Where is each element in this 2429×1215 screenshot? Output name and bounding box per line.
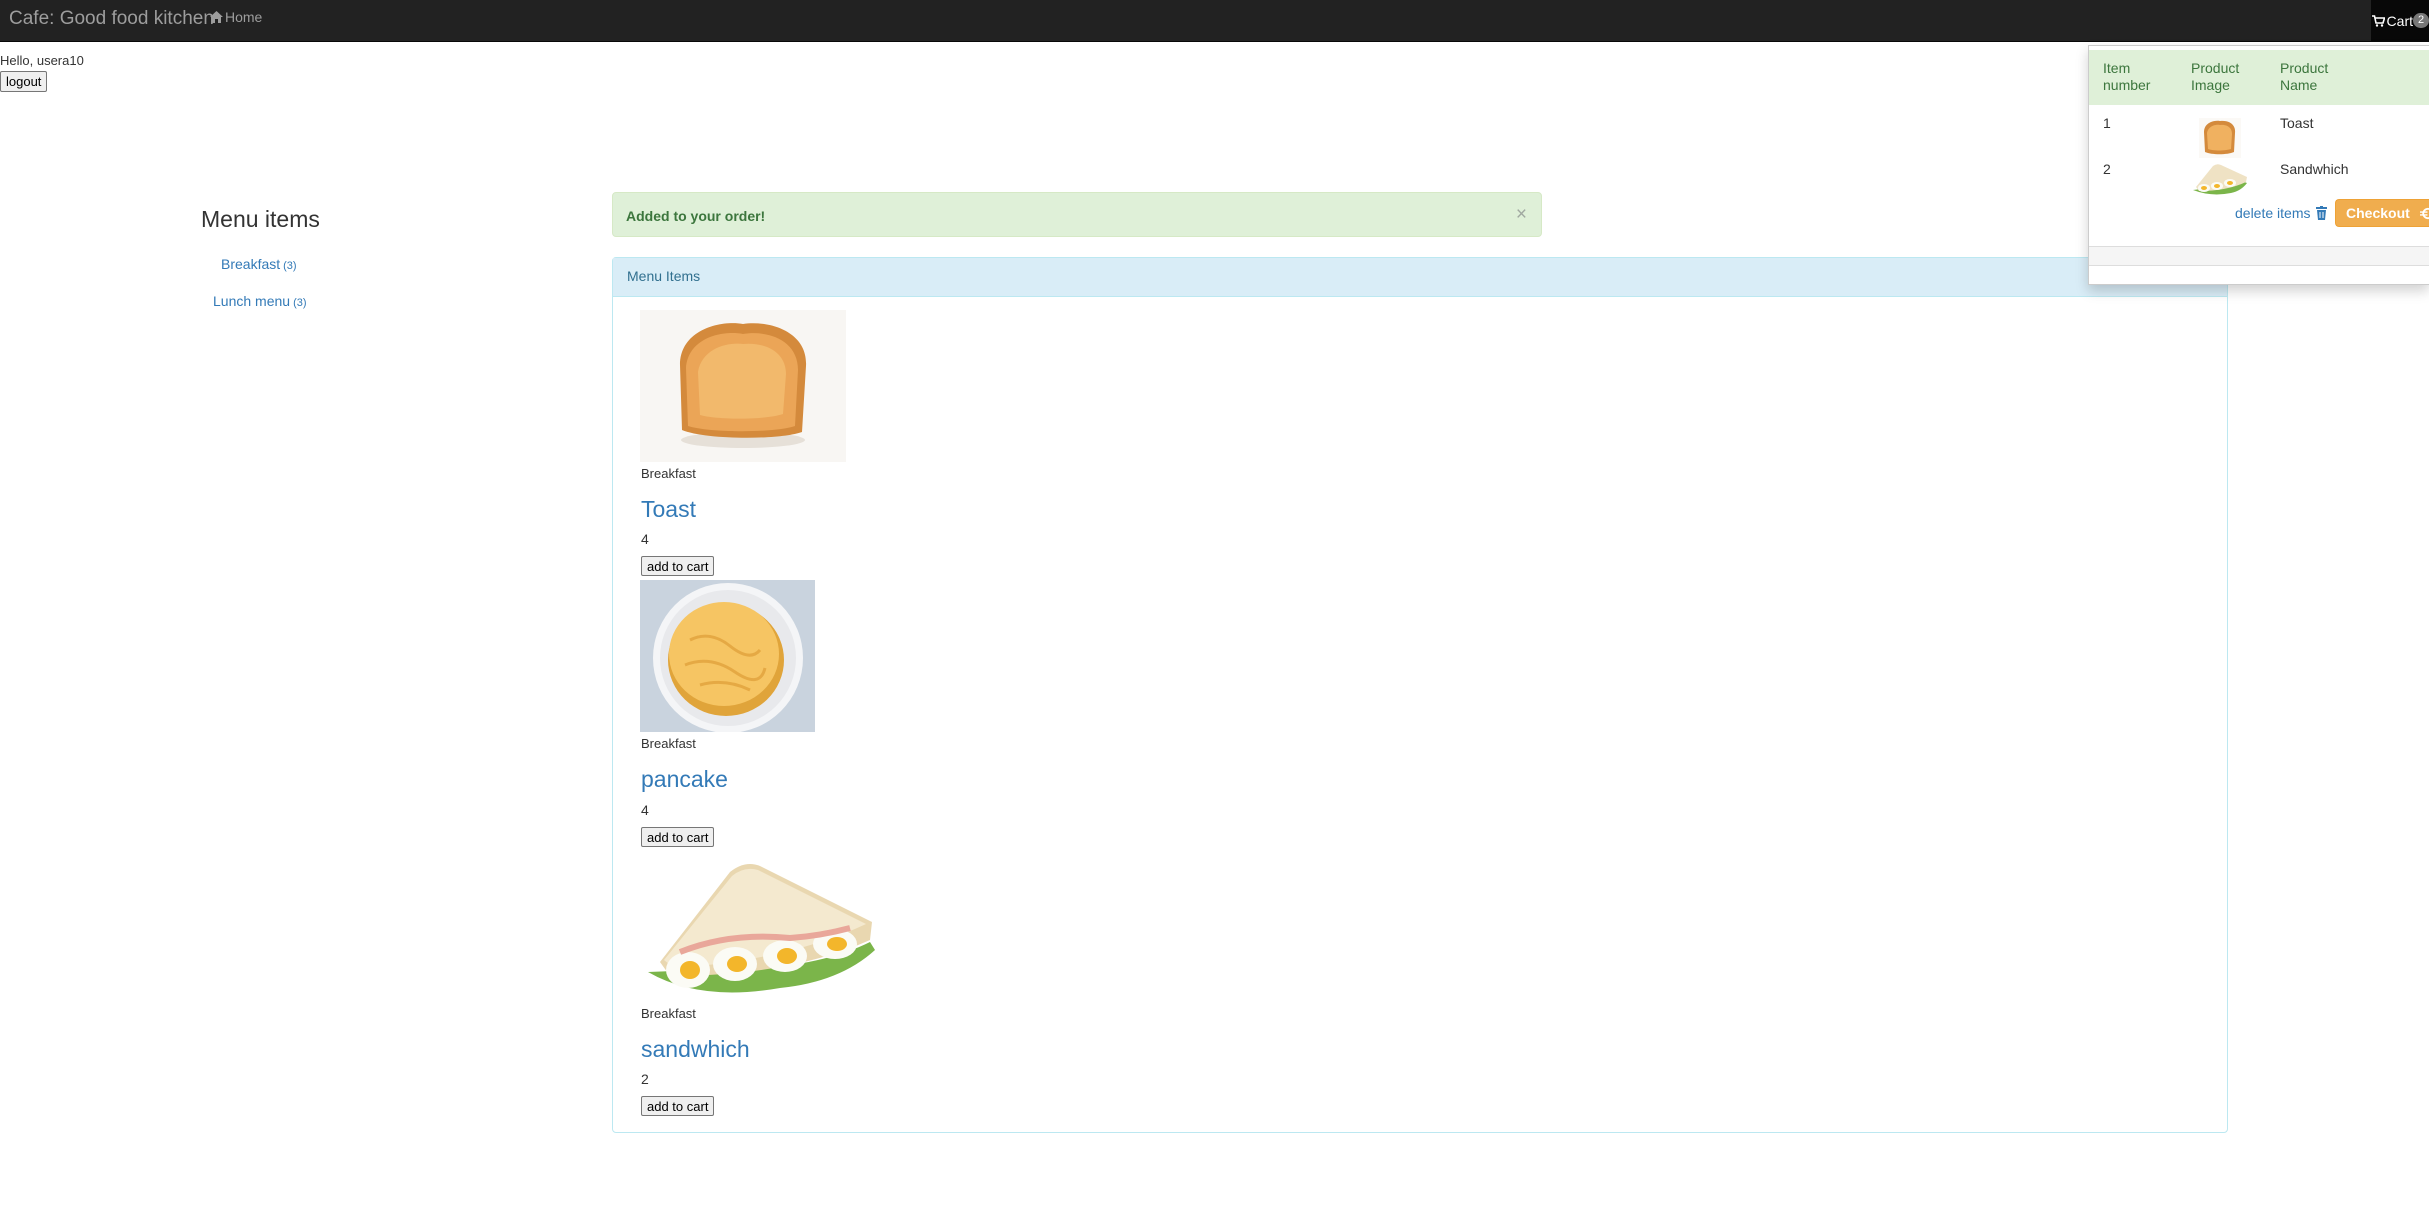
cart-count-badge: 2: [2413, 13, 2429, 28]
item-price: 4: [641, 531, 649, 547]
toast-image: [640, 310, 846, 462]
header-item-number: Item number: [2103, 60, 2151, 93]
sidebar-item-label: Breakfast: [221, 256, 281, 272]
nav-cart-button[interactable]: Cart 2: [2371, 0, 2429, 41]
item-category: Breakfast: [641, 466, 696, 481]
sidebar-item-count: (3): [293, 297, 307, 309]
sidebar-item-breakfast[interactable]: Breakfast (3): [221, 256, 297, 272]
add-to-cart-button[interactable]: add to cart: [641, 1096, 715, 1116]
panel-heading: Menu Items: [613, 258, 2227, 297]
header-product-image: Product Image: [2191, 60, 2240, 93]
header-product-name: Product Name: [2280, 60, 2329, 93]
item-name-link[interactable]: sandwhich: [641, 1036, 750, 1063]
pancake-image: [640, 580, 815, 732]
delete-items-link[interactable]: delete items: [2235, 205, 2328, 221]
logout-button[interactable]: logout: [0, 71, 48, 92]
sidebar-item-label: Lunch menu: [213, 293, 291, 309]
cart-table-header: Item number Product Image Product Name: [2089, 50, 2429, 105]
add-to-cart-button[interactable]: add to cart: [641, 827, 715, 847]
top-navbar: Cafe: Good food kitchen Home Cart 2: [0, 0, 2429, 42]
item-name-link[interactable]: pancake: [641, 766, 728, 793]
euro-icon: [2419, 207, 2429, 219]
trash-icon: [2316, 206, 2328, 220]
nav-home-link[interactable]: Home: [210, 9, 262, 25]
cart-item-name: Sandwhich: [2280, 161, 2349, 177]
sandwich-thumbnail: [2191, 161, 2249, 197]
success-alert: Added to your order! ×: [612, 192, 1542, 237]
menu-items-panel: Menu Items Breakfast Toast 4 add to cart…: [612, 257, 2228, 1133]
item-name-link[interactable]: Toast: [641, 496, 696, 523]
cart-item-number: 1: [2103, 115, 2111, 131]
cart-item-name: Toast: [2280, 115, 2314, 131]
sidebar-item-count: (3): [283, 260, 297, 272]
user-greeting: Hello, usera10: [0, 53, 84, 68]
close-icon[interactable]: ×: [1516, 204, 1527, 226]
item-price: 4: [641, 802, 649, 818]
home-icon: [210, 11, 223, 23]
toast-thumbnail: [2199, 118, 2241, 158]
delete-items-label: delete items: [2235, 205, 2311, 221]
item-category: Breakfast: [641, 736, 696, 751]
alert-message: Added to your order!: [626, 208, 766, 224]
checkout-label: Checkout: [2346, 205, 2410, 221]
brand-title[interactable]: Cafe: Good food kitchen: [9, 8, 214, 30]
nav-cart-label: Cart: [2386, 12, 2413, 29]
cart-item-number: 2: [2103, 161, 2111, 177]
cart-dropdown: Item number Product Image Product Name 1…: [2088, 45, 2429, 285]
shopping-cart-icon: [2371, 14, 2385, 27]
add-to-cart-button[interactable]: add to cart: [641, 556, 715, 576]
sidebar-title: Menu items: [201, 206, 320, 232]
sandwich-image: [640, 852, 882, 1002]
item-price: 2: [641, 1071, 649, 1087]
nav-home-label: Home: [225, 9, 263, 25]
cart-footer: [2089, 246, 2429, 266]
item-category: Breakfast: [641, 1006, 696, 1021]
sidebar-item-lunch-menu[interactable]: Lunch menu (3): [213, 293, 307, 309]
checkout-button[interactable]: Checkout: [2335, 199, 2429, 227]
